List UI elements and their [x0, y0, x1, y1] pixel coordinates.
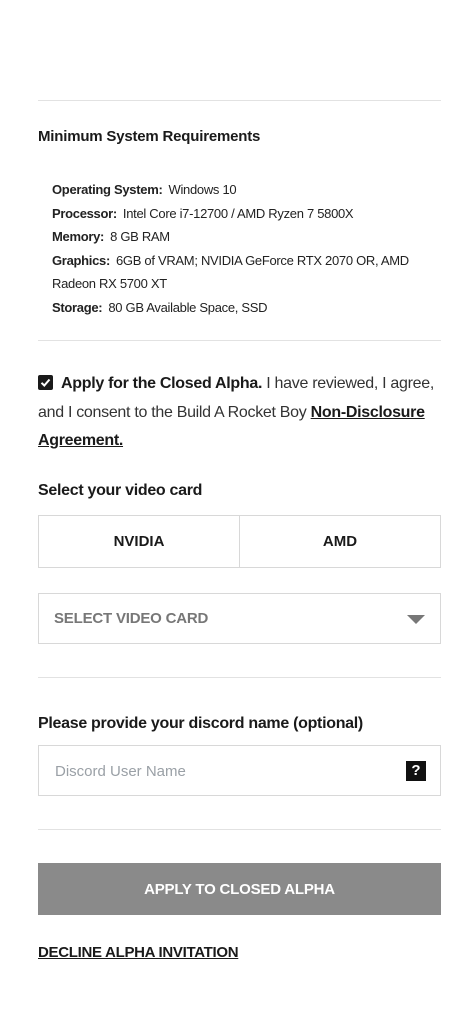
- vendor-option-amd[interactable]: AMD: [239, 516, 440, 567]
- requirements-title: Minimum System Requirements: [38, 128, 261, 145]
- discord-label: Please provide your discord name (option…: [38, 715, 363, 732]
- req-os-value: Windows 10: [168, 182, 237, 197]
- req-memory-value: 8 GB RAM: [110, 229, 170, 245]
- decline-link[interactable]: DECLINE ALPHA INVITATION: [38, 944, 239, 961]
- req-memory: Memory: 8 GB RAM: [52, 225, 437, 249]
- req-processor-value: Intel Core i7-12700 / AMD Ryzen 7 5800X: [122, 205, 354, 221]
- req-processor: Processor: Intel Core i7-12700 / AMD Ryze…: [52, 202, 437, 226]
- req-processor-key: Processor:: [52, 205, 117, 221]
- req-os-key: Operating System:: [52, 182, 163, 197]
- discord-field: ?: [38, 745, 441, 796]
- vendor-toggle: NVIDIA AMD: [38, 515, 441, 568]
- video-card-select[interactable]: SELECT VIDEO CARD: [38, 593, 441, 644]
- video-card-label: Select your video card: [38, 482, 203, 499]
- top-divider: [38, 100, 441, 101]
- vendor-option-nvidia[interactable]: NVIDIA: [39, 516, 239, 567]
- consent-checkbox[interactable]: [38, 375, 53, 390]
- req-graphics-key: Graphics:: [52, 252, 110, 268]
- section-divider-2: [38, 677, 441, 678]
- check-icon: [40, 378, 51, 387]
- req-os: Operating System: Windows 10: [52, 178, 437, 202]
- section-divider-1: [38, 340, 441, 341]
- req-storage-value: 80 GB Available Space, SSD: [108, 299, 268, 315]
- req-storage-key: Storage:: [52, 299, 103, 315]
- req-graphics: Graphics: 6GB of VRAM; NVIDIA GeForce RTX…: [52, 249, 437, 296]
- video-card-select-value: SELECT VIDEO CARD: [54, 610, 209, 627]
- apply-button[interactable]: APPLY TO CLOSED ALPHA: [38, 863, 441, 915]
- requirements-list: Operating System: Windows 10 Processor: In…: [52, 178, 437, 320]
- chevron-down-icon: [407, 615, 425, 624]
- req-memory-key: Memory:: [52, 229, 105, 245]
- consent-block: Apply for the Closed Alpha. I have revie…: [38, 370, 441, 456]
- req-storage: Storage: 80 GB Available Space, SSD: [52, 296, 437, 320]
- discord-input[interactable]: [53, 759, 387, 783]
- consent-strong-text: Apply for the Closed Alpha.: [61, 375, 263, 392]
- help-icon[interactable]: ?: [406, 761, 426, 781]
- section-divider-3: [38, 829, 441, 830]
